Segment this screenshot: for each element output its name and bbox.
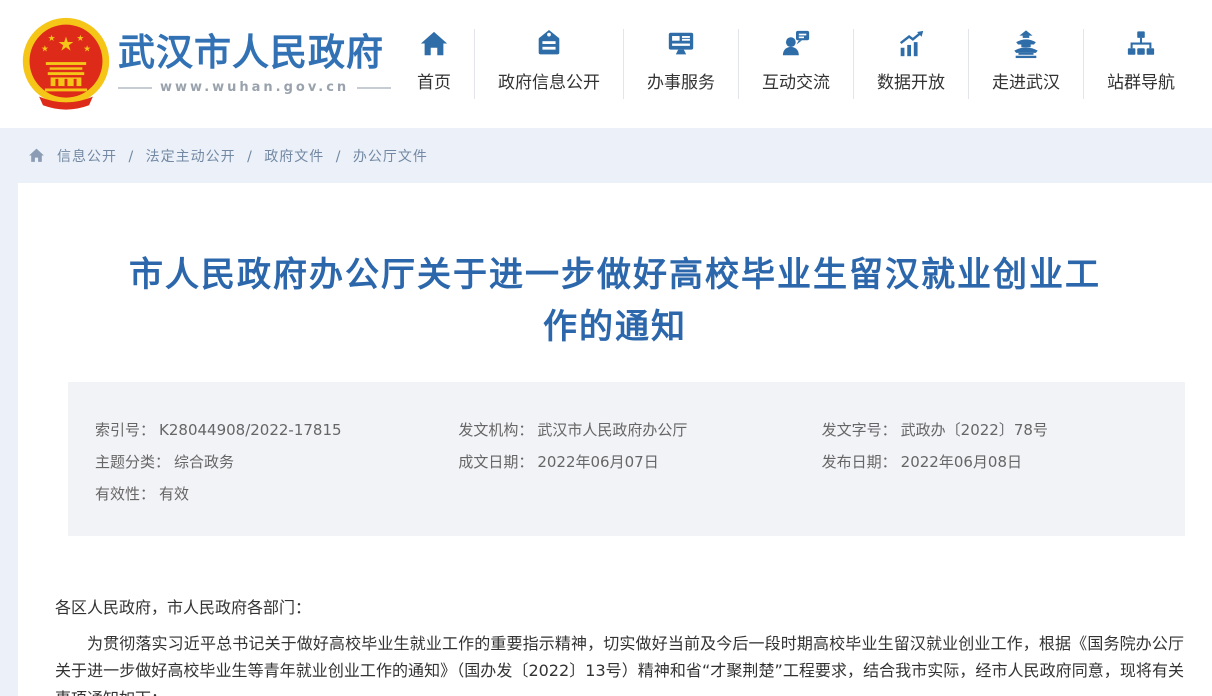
meta-label: 发布日期： xyxy=(822,453,897,471)
data-chart-icon xyxy=(896,29,926,59)
info-disclosure-icon xyxy=(534,29,564,59)
meta-value: 武政办〔2022〕78号 xyxy=(901,421,1048,439)
nav-item-gov-info[interactable]: 政府信息公开 xyxy=(474,29,623,99)
meta-label: 索引号： xyxy=(95,421,155,439)
nav-item-site-navigation[interactable]: 站群导航 xyxy=(1083,29,1198,99)
meta-value: 综合政务 xyxy=(174,453,234,471)
svg-text:★: ★ xyxy=(41,45,49,55)
meta-field-issuing-agency: 发文机构：武汉市人民政府办公厅 xyxy=(458,414,811,446)
url-divider-line xyxy=(118,87,152,89)
meta-field-topic-category: 主题分类：综合政务 xyxy=(95,446,448,478)
svg-text:★: ★ xyxy=(77,34,85,44)
interaction-icon xyxy=(781,29,811,59)
breadcrumb-item-office-documents[interactable]: 办公厅文件 xyxy=(353,149,428,165)
breadcrumb-trail: 信息公开 / 法定主动公开 / 政府文件 / 办公厅文件 xyxy=(57,146,428,166)
meta-field-validity: 有效性：有效 xyxy=(95,478,448,510)
breadcrumb: 信息公开 / 法定主动公开 / 政府文件 / 办公厅文件 xyxy=(0,128,1212,183)
meta-value: 2022年06月08日 xyxy=(901,453,1022,471)
site-url: www.wuhan.gov.cn xyxy=(118,80,391,95)
svg-text:★: ★ xyxy=(57,33,74,56)
meta-label: 发文机构： xyxy=(458,421,533,439)
site-brand-link[interactable]: ★ ★ ★ ★ ★ 武汉市人民政府 www.wuhan.gov.cn xyxy=(18,15,391,113)
nav-item-label: 站群导航 xyxy=(1107,68,1175,93)
meta-field-document-number: 发文字号：武政办〔2022〕78号 xyxy=(822,414,1175,446)
svg-text:★: ★ xyxy=(83,45,91,55)
meta-label: 成文日期： xyxy=(458,453,533,471)
nav-item-open-data[interactable]: 数据开放 xyxy=(853,29,968,99)
site-url-text: www.wuhan.gov.cn xyxy=(160,80,349,95)
nav-item-label: 政府信息公开 xyxy=(498,68,600,93)
meta-label: 主题分类： xyxy=(95,453,170,471)
breadcrumb-item-gov-documents[interactable]: 政府文件 xyxy=(264,149,324,165)
document-body: 各区人民政府，市人民政府各部门： 为贯彻落实习近平总书记关于做好高校毕业生就业工… xyxy=(55,594,1184,696)
document-card: 市人民政府办公厅关于进一步做好高校毕业生留汉就业创业工作的通知 索引号：K280… xyxy=(18,183,1212,696)
nav-item-home[interactable]: 首页 xyxy=(394,29,474,99)
nav-item-label: 数据开放 xyxy=(877,68,945,93)
salutation: 各区人民政府，市人民政府各部门： xyxy=(55,594,1184,622)
breadcrumb-item-info-disclosure[interactable]: 信息公开 xyxy=(57,149,117,165)
meta-field-index-number: 索引号：K28044908/2022-17815 xyxy=(95,414,448,446)
home-icon xyxy=(419,29,449,59)
pagoda-icon xyxy=(1011,29,1041,59)
breadcrumb-separator: / xyxy=(247,149,253,165)
document-meta-box: 索引号：K28044908/2022-17815 主题分类：综合政务 有效性：有… xyxy=(68,382,1185,536)
meta-column: 发文机构：武汉市人民政府办公厅 成文日期：2022年06月07日 xyxy=(458,414,811,510)
meta-value: 2022年06月07日 xyxy=(537,453,658,471)
breadcrumb-item-statutory-disclosure[interactable]: 法定主动公开 xyxy=(146,149,236,165)
main-nav: 首页 政府信息公开 办事服务 xyxy=(394,26,1198,102)
brand-text: 武汉市人民政府 www.wuhan.gov.cn xyxy=(118,33,391,96)
nav-item-services[interactable]: 办事服务 xyxy=(623,29,738,99)
meta-field-composition-date: 成文日期：2022年06月07日 xyxy=(458,446,811,478)
meta-label: 发文字号： xyxy=(822,421,897,439)
document-title: 市人民政府办公厅关于进一步做好高校毕业生留汉就业创业工作的通知 xyxy=(119,249,1111,353)
meta-column: 发文字号：武政办〔2022〕78号 发布日期：2022年06月08日 xyxy=(822,414,1175,510)
site-header: ★ ★ ★ ★ ★ 武汉市人民政府 www.wuhan.gov.cn xyxy=(0,0,1212,128)
service-monitor-icon xyxy=(666,29,696,59)
meta-value: K28044908/2022-17815 xyxy=(159,421,342,439)
sitemap-icon xyxy=(1126,29,1156,59)
nav-item-about-wuhan[interactable]: 走进武汉 xyxy=(968,29,1083,99)
nav-item-interaction[interactable]: 互动交流 xyxy=(738,29,853,99)
nav-item-label: 互动交流 xyxy=(762,68,830,93)
meta-value: 武汉市人民政府办公厅 xyxy=(537,421,687,439)
svg-text:★: ★ xyxy=(48,34,56,44)
breadcrumb-separator: / xyxy=(336,149,342,165)
site-title: 武汉市人民政府 xyxy=(118,33,391,74)
url-divider-line xyxy=(357,87,391,89)
breadcrumb-separator: / xyxy=(128,149,134,165)
nav-item-label: 办事服务 xyxy=(647,68,715,93)
meta-field-publish-date: 发布日期：2022年06月08日 xyxy=(822,446,1175,478)
meta-label: 有效性： xyxy=(95,485,155,503)
nav-item-label: 首页 xyxy=(417,68,451,93)
national-emblem-icon: ★ ★ ★ ★ ★ xyxy=(18,15,114,113)
body-paragraph: 为贯彻落实习近平总书记关于做好高校毕业生就业工作的重要指示精神，切实做好当前及今… xyxy=(55,630,1184,696)
breadcrumb-home-icon[interactable] xyxy=(28,147,45,164)
meta-value: 有效 xyxy=(159,485,189,503)
nav-item-label: 走进武汉 xyxy=(992,68,1060,93)
meta-column: 索引号：K28044908/2022-17815 主题分类：综合政务 有效性：有… xyxy=(95,414,448,510)
